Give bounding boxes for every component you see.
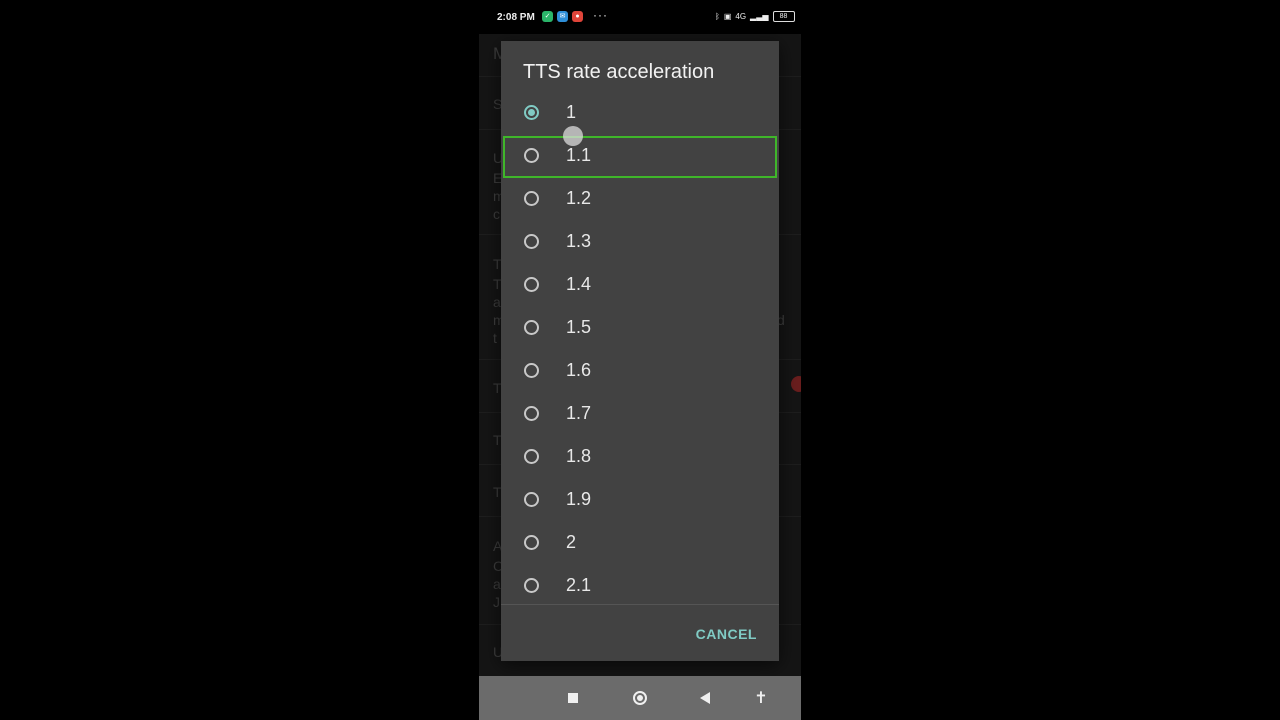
bg-row: c xyxy=(493,206,500,222)
rate-option-label: 1.4 xyxy=(566,274,592,294)
radio-unchecked-icon[interactable] xyxy=(524,406,539,421)
cancel-button[interactable]: CANCEL xyxy=(696,626,757,642)
bg-row: t xyxy=(493,330,497,346)
status-bar: 2:08 PM ✓ ✉ ● ··· ᛒ ▣ 4G ▂▃▅ 88 xyxy=(479,0,801,34)
rate-option-label: 1.6 xyxy=(566,360,592,380)
app-notification-icon: ✓ xyxy=(542,11,553,22)
radio-unchecked-icon[interactable] xyxy=(524,320,539,335)
dialog-divider xyxy=(501,604,779,605)
rate-option-label: 1.5 xyxy=(566,317,592,337)
back-icon xyxy=(700,692,710,704)
battery-icon: 88 xyxy=(772,11,795,22)
rate-option[interactable]: 1.2 xyxy=(501,177,779,220)
home-icon xyxy=(633,691,647,705)
radio-unchecked-icon[interactable] xyxy=(524,277,539,292)
home-button[interactable] xyxy=(618,676,662,720)
rate-option[interactable]: 1.3 xyxy=(501,220,779,263)
network-type: 4G xyxy=(735,12,747,21)
status-time: 2:08 PM xyxy=(497,12,535,23)
accessibility-button[interactable]: ✝ xyxy=(739,676,783,720)
radio-unchecked-icon[interactable] xyxy=(524,191,539,206)
radio-unchecked-icon[interactable] xyxy=(524,492,539,507)
radio-checked-icon[interactable] xyxy=(524,105,539,120)
messenger-icon: ✉ xyxy=(557,11,568,22)
rate-option[interactable]: 2.1 xyxy=(501,564,779,605)
accessibility-icon: ✝ xyxy=(754,690,768,707)
touch-indicator xyxy=(563,126,583,146)
dialog-title: TTS rate acceleration xyxy=(523,61,715,83)
rate-option[interactable]: 2 xyxy=(501,521,779,564)
rate-option[interactable]: 1.9 xyxy=(501,478,779,521)
radio-unchecked-icon[interactable] xyxy=(524,449,539,464)
vibrate-icon: ▣ xyxy=(723,12,732,21)
navigation-bar: ✝ xyxy=(479,676,801,720)
status-right: ᛒ ▣ 4G ▂▃▅ 88 xyxy=(715,11,795,22)
rate-option-label: 1.7 xyxy=(566,403,592,423)
bg-row: a xyxy=(493,576,501,592)
rate-option[interactable]: 1 xyxy=(501,91,779,134)
bg-row: J xyxy=(493,594,500,610)
radio-unchecked-icon[interactable] xyxy=(524,535,539,550)
square-icon xyxy=(568,693,578,703)
recents-button[interactable] xyxy=(551,676,595,720)
radio-unchecked-icon[interactable] xyxy=(524,578,539,593)
rate-option-label: 2 xyxy=(566,532,577,552)
focus-highlight xyxy=(503,136,777,178)
rate-option[interactable]: 1.6 xyxy=(501,349,779,392)
bg-row: a xyxy=(493,294,501,310)
recorder-icon: ● xyxy=(572,11,583,22)
radio-unchecked-icon[interactable] xyxy=(524,234,539,249)
radio-unchecked-icon[interactable] xyxy=(524,363,539,378)
rate-option[interactable]: 1.8 xyxy=(501,435,779,478)
signal-icon: ▂▃▅ xyxy=(750,12,769,21)
back-button[interactable] xyxy=(683,676,727,720)
rate-option-label: 1.9 xyxy=(566,489,592,509)
rate-option[interactable]: 1.4 xyxy=(501,263,779,306)
rate-option-label: 1 xyxy=(566,102,577,122)
floating-record-button[interactable] xyxy=(791,376,801,392)
rate-option-label: 1.8 xyxy=(566,446,592,466)
more-notifications-icon: ··· xyxy=(593,8,608,22)
bluetooth-icon: ᛒ xyxy=(715,12,720,21)
notification-icons: ✓ ✉ ● xyxy=(542,11,583,22)
rate-option-label: 1.2 xyxy=(566,188,592,208)
rate-option[interactable]: 1.5 xyxy=(501,306,779,349)
rate-option[interactable]: 1.7 xyxy=(501,392,779,435)
rate-option-label: 2.1 xyxy=(566,575,592,595)
phone-screen: 2:08 PM ✓ ✉ ● ··· ᛒ ▣ 4G ▂▃▅ 88 M S U E … xyxy=(479,0,801,720)
rate-option-label: 1.3 xyxy=(566,231,592,251)
tts-rate-dialog: TTS rate acceleration 1 1.1 1.2 1.3 1.4 1.5 1.… xyxy=(501,41,779,661)
